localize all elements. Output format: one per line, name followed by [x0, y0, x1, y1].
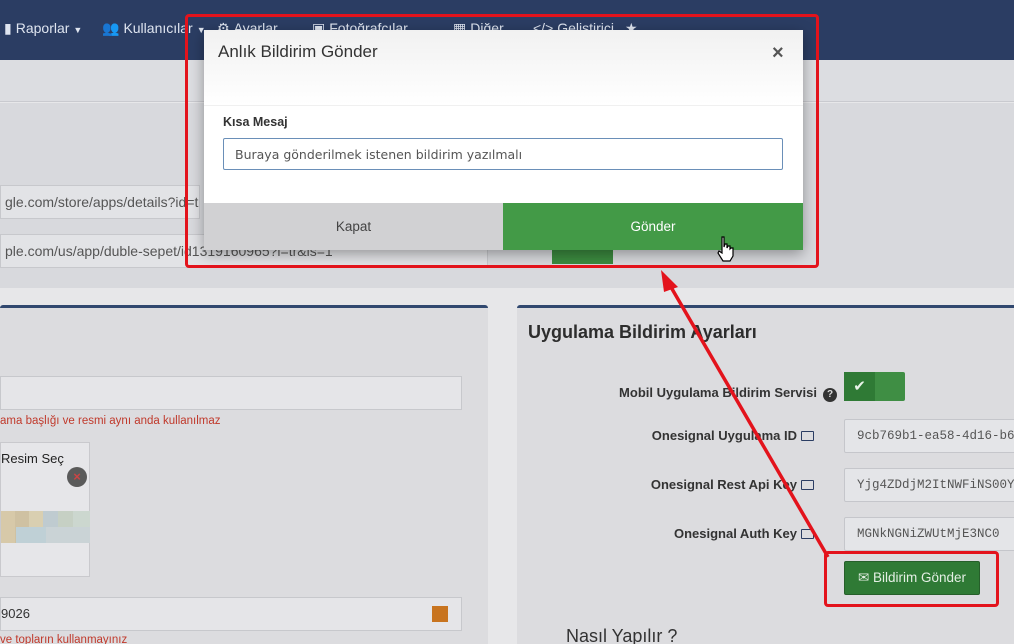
annotation-arrow [661, 270, 830, 558]
